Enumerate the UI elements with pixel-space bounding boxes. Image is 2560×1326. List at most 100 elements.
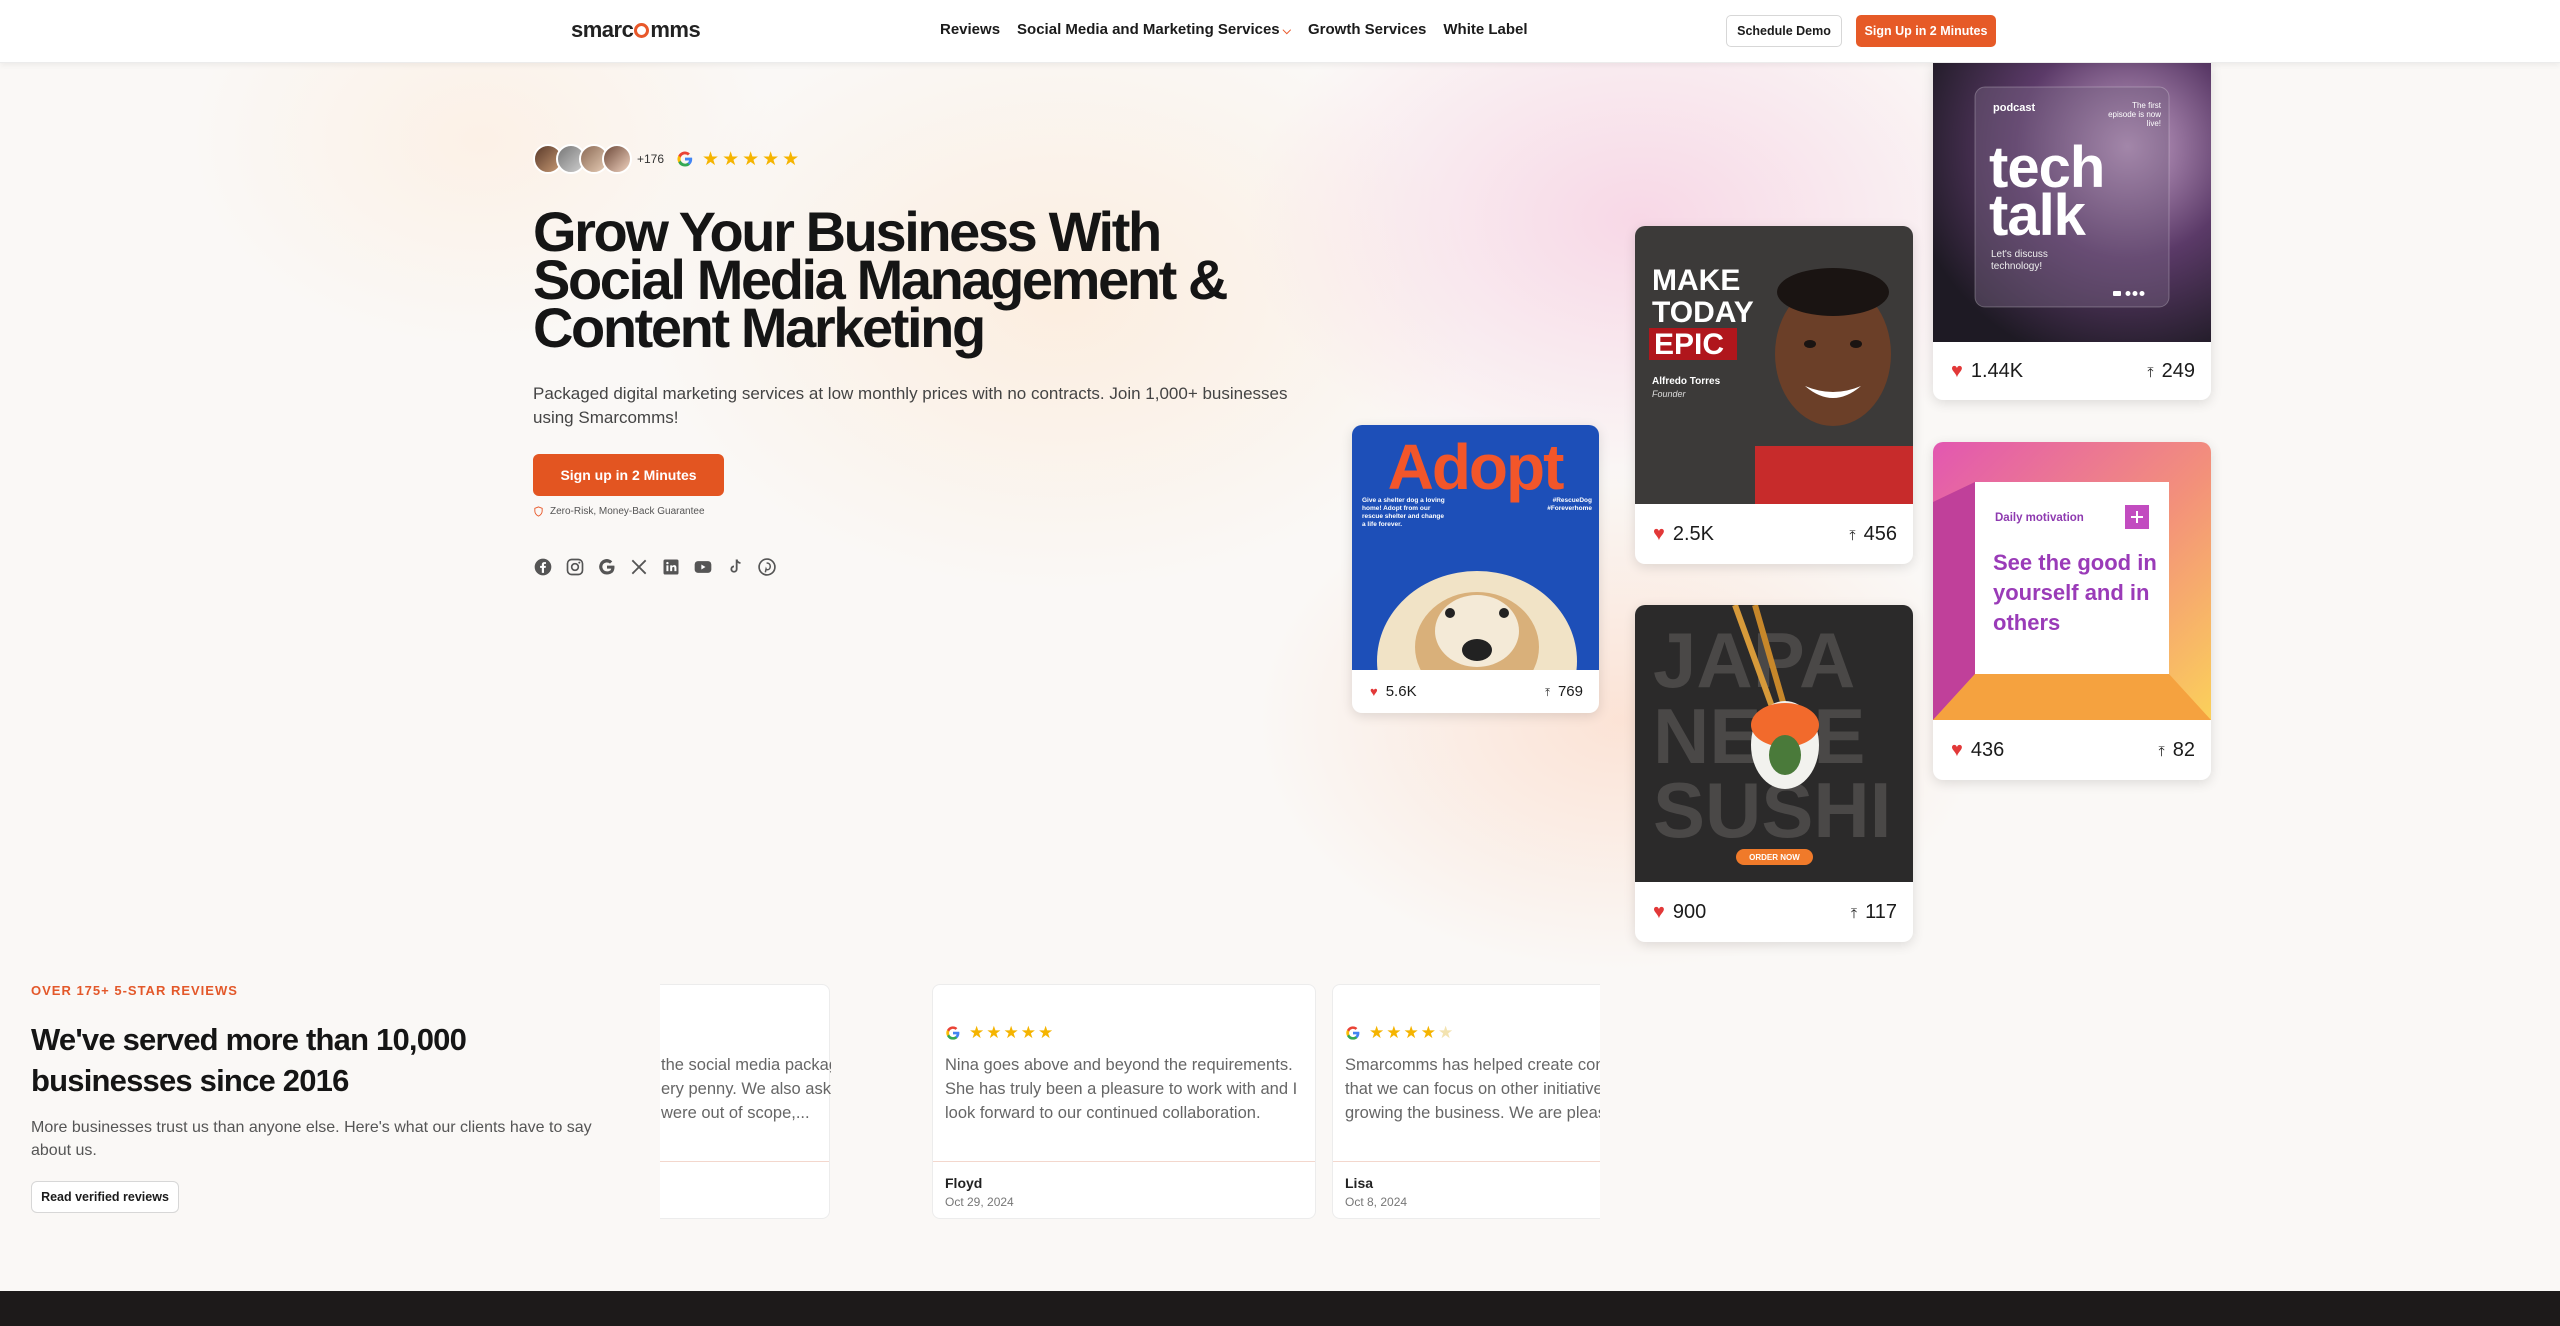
review-card[interactable]: ★★★★★ Smarcomms has helped create con th… (1332, 984, 1600, 1219)
podcast-tag: podcast (1993, 102, 2036, 114)
tiktok-icon[interactable] (725, 557, 745, 577)
guarantee-text: Zero-Risk, Money-Back Guarantee (550, 506, 705, 517)
shares-count: 456 (1863, 522, 1897, 545)
top-navigation: smarc mms Reviews Social Media and Market… (0, 0, 2560, 63)
review-text: Smarcomms has helped create con that we … (1345, 1056, 1600, 1122)
nav-white-label[interactable]: White Label (1443, 21, 1527, 38)
review-card[interactable]: the social media package ery penny. We a… (660, 984, 831, 1219)
logo-text-end: mms (650, 17, 701, 42)
post-card-adopt[interactable]: Adopt Give a shelter dog a loving home! … (1352, 425, 1599, 713)
likes[interactable]: ♥ 900 (1653, 901, 1706, 924)
review-star-empty: ★ (1437, 1023, 1456, 1042)
review-rating: ★★★★★ (945, 1023, 1055, 1043)
podcast-sub: Let's discuss technology! (1991, 249, 2048, 272)
shares-count: 249 (2161, 359, 2195, 382)
post-stats: ♥ 2.5K ⤒ 456 (1635, 504, 1913, 564)
youtube-icon[interactable] (693, 557, 713, 577)
review-stars: ★★★★★ (969, 1023, 1056, 1042)
likes[interactable]: ♥ 1.44K (1951, 360, 2023, 383)
nav-services-label: Social Media and Marketing Services (1017, 21, 1280, 38)
epic-line-2: TODAY (1652, 296, 1754, 329)
smarcomms-logo[interactable]: smarc mms (571, 17, 701, 43)
shares[interactable]: ⤒ 456 (1849, 523, 1897, 546)
founder-role: Founder (1652, 389, 1687, 399)
nav-services[interactable]: Social Media and Marketing Services ⌵ (1017, 21, 1291, 38)
review-card[interactable]: ★★★★★ Nina goes above and beyond the req… (932, 984, 1316, 1219)
share-icon: ⤒ (1545, 687, 1550, 699)
guarantee-note: Zero-Risk, Money-Back Guarantee (533, 506, 1313, 517)
shares[interactable]: ⤒ 117 (1851, 901, 1897, 924)
schedule-demo-button[interactable]: Schedule Demo (1726, 15, 1842, 47)
podcast-note: The first episode is now live! (2108, 101, 2161, 128)
adopt-title: Adopt (1388, 431, 1565, 503)
podcast-title-2: talk (1989, 183, 2087, 248)
shares-count: 117 (1865, 900, 1897, 923)
hero-headline: Grow Your Business With Social Media Man… (533, 200, 1228, 359)
review-date: Oct 8, 2024 (1345, 1195, 1408, 1209)
likes[interactable]: ♥ 2.5K (1653, 523, 1714, 546)
post-stats: ♥ 436 ⤒ 82 (1933, 720, 2211, 780)
instagram-icon[interactable] (565, 557, 585, 577)
post-stats: ♥ 5.6K ⤒ 769 (1352, 670, 1599, 713)
likes[interactable]: ♥ 436 (1951, 739, 2004, 762)
shield-icon (534, 506, 543, 517)
heart-icon: ♥ (1951, 738, 1963, 761)
shares[interactable]: ⤒ 82 (2159, 739, 2195, 762)
reviews-subtitle: More businesses trust us than anyone els… (31, 1119, 592, 1159)
likes-count: 436 (1970, 738, 2005, 761)
main-menu: Reviews Social Media and Marketing Servi… (940, 21, 1528, 38)
reviews-carousel[interactable]: the social media package ery penny. We a… (660, 984, 1600, 1220)
sushi-image: JAPA NESE SUSHI ORDER NOW (1635, 605, 1913, 882)
read-reviews-button[interactable]: Read verified reviews (31, 1181, 179, 1213)
logo-text-start: smarc (571, 17, 634, 42)
likes[interactable]: ♥ 5.6K (1370, 683, 1417, 700)
social-proof-row: +176 ★★★★★ (533, 144, 1313, 174)
heart-icon: ♥ (1653, 522, 1665, 545)
hero-subtext: Packaged digital marketing services at l… (533, 384, 1288, 427)
review-text: Nina goes above and beyond the requireme… (945, 1056, 1298, 1122)
review-divider (660, 1161, 829, 1162)
adopt-tags: #RescueDog #Foreverhome (1547, 497, 1592, 512)
google-icon (946, 1026, 960, 1040)
shares-count: 82 (2172, 738, 2195, 761)
hero-signup-button[interactable]: Sign up in 2 Minutes (533, 454, 724, 496)
likes-count: 1.44K (1970, 359, 2024, 382)
epic-line-1: MAKE (1652, 264, 1740, 297)
post-card-epic[interactable]: MAKE TODAY EPIC Alfredo Torres Founder ♥… (1635, 226, 1913, 564)
google-icon (1346, 1026, 1360, 1040)
logo-o-ring (634, 23, 650, 38)
chevron-down-icon[interactable]: ⌵ (1283, 25, 1291, 37)
facebook-icon[interactable] (533, 557, 553, 577)
review-stars: ★★★★ (1369, 1023, 1438, 1042)
nav-growth-services[interactable]: Growth Services (1308, 21, 1426, 38)
adopt-dog-image: Adopt Give a shelter dog a loving home! … (1352, 425, 1599, 670)
share-icon: ⤒ (1849, 526, 1856, 543)
likes-count: 2.5K (1672, 522, 1715, 545)
linkedin-icon[interactable] (661, 557, 681, 577)
heart-icon: ♥ (1951, 359, 1963, 382)
google-icon[interactable] (597, 557, 617, 577)
post-card-sushi[interactable]: JAPA NESE SUSHI ORDER NOW ♥ 900 ⤒ 117 (1635, 605, 1913, 942)
founder-name: Alfredo Torres (1652, 376, 1721, 387)
founder-portrait-image: MAKE TODAY EPIC Alfredo Torres Founder (1635, 226, 1913, 504)
rating-stars: ★★★★★ (702, 148, 803, 170)
nav-reviews[interactable]: Reviews (940, 21, 1000, 38)
likes-count: 5.6K (1385, 683, 1417, 700)
motivation-tag: Daily motivation (1995, 512, 2084, 524)
pinterest-icon[interactable] (757, 557, 777, 577)
post-card-motivation[interactable]: Daily motivation See the good in yoursel… (1933, 442, 2211, 780)
shares[interactable]: ⤒ 249 (2147, 360, 2195, 383)
nav-signup-button[interactable]: Sign Up in 2 Minutes (1856, 15, 1996, 47)
reviewer-name: Lisa (1345, 1175, 1374, 1191)
social-icons-row (533, 557, 1313, 577)
epic-line-3: EPIC (1654, 328, 1724, 361)
reviewer-name: Floyd (945, 1175, 983, 1191)
post-card-podcast[interactable]: podcast The first episode is now live! t… (1933, 63, 2211, 400)
review-divider (933, 1161, 1315, 1162)
hero-section: +176 ★★★★★ Grow Your Business With Socia… (533, 144, 1313, 577)
motivation-quote: See the good in yourself and in others (1993, 550, 2157, 635)
shares[interactable]: ⤒ 769 (1545, 683, 1583, 700)
reviews-eyebrow: OVER 175+ 5-STAR REVIEWS (31, 983, 238, 998)
review-rating: ★★★★★ (1345, 1023, 1455, 1043)
x-icon[interactable] (629, 557, 649, 577)
